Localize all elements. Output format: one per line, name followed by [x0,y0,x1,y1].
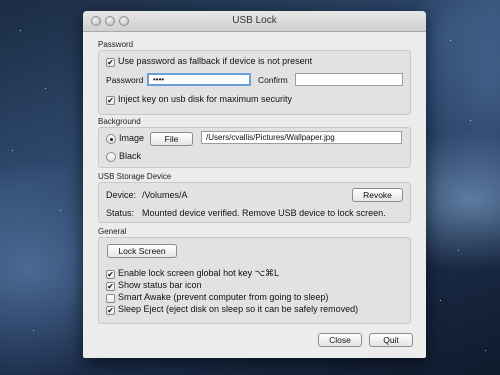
black-label: Black [119,151,142,161]
background-group: Image File /Users/cvallis/Pictures/Wallp… [98,127,411,168]
status-bar-icon-label: Show status bar icon [118,280,202,290]
image-radio[interactable] [106,134,116,144]
usb-section-label: USB Storage Device [98,172,172,181]
lock-screen-button[interactable]: Lock Screen [107,244,177,258]
usb-group: Device: /Volumes/A Revoke Status: Mounte… [98,182,411,223]
device-label: Device: [106,190,137,200]
device-value: /Volumes/A [142,190,188,200]
usb-lock-window: USB Lock Password ✔ Use password as fall… [83,11,426,358]
status-value: Mounted device verified. Remove USB devi… [142,208,386,218]
image-label: Image [119,133,145,143]
confirm-label: Confirm [258,75,288,85]
general-group: Lock Screen ✔ Enable lock screen global … [98,237,411,324]
password-group: ✔ Use password as fallback if device is … [98,50,411,115]
password-label: Password [106,75,144,85]
confirm-field[interactable] [295,73,403,86]
password-section-label: Password [98,40,134,49]
fallback-checkbox[interactable]: ✔ [106,58,115,67]
background-section-label: Background [98,117,141,126]
sleep-eject-label: Sleep Eject (eject disk on sleep so it c… [118,304,359,314]
inject-key-checkbox[interactable]: ✔ [106,96,115,105]
status-bar-icon-checkbox[interactable]: ✔ [106,282,115,291]
sleep-eject-checkbox[interactable]: ✔ [106,306,115,315]
hot-key-checkbox[interactable]: ✔ [106,270,115,279]
wallpaper-path-field[interactable]: /Users/cvallis/Pictures/Wallpaper.jpg [201,131,402,144]
revoke-button[interactable]: Revoke [352,188,403,202]
window-title: USB Lock [232,15,277,26]
black-radio[interactable] [106,152,116,162]
smart-awake-checkbox[interactable] [106,294,115,303]
file-button[interactable]: File [150,132,193,146]
close-button[interactable]: Close [318,333,362,347]
fallback-label: Use password as fallback if device is no… [118,56,313,66]
inject-key-label: Inject key on usb disk for maximum secur… [118,94,293,104]
hot-key-label: Enable lock screen global hot key ⌥⌘L [118,268,279,278]
password-field[interactable]: •••• [147,73,251,86]
smart-awake-label: Smart Awake (prevent computer from going… [118,292,329,302]
status-label: Status: [106,208,135,218]
title-bar[interactable]: USB Lock [83,11,426,32]
quit-button[interactable]: Quit [369,333,413,347]
general-section-label: General [98,227,127,236]
